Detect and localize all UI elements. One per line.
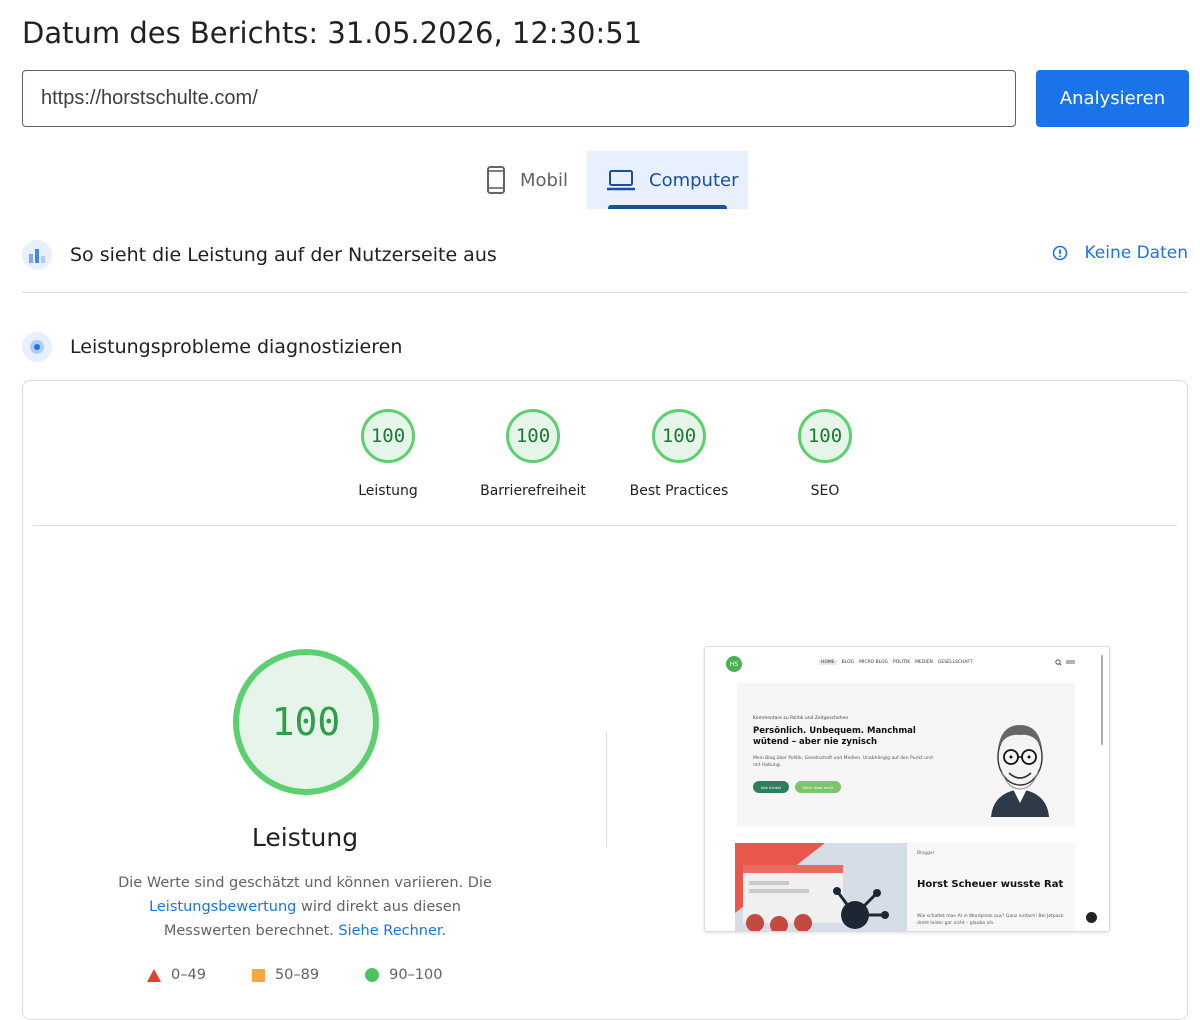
smartphone-icon — [487, 166, 505, 194]
triangle-icon — [147, 968, 161, 982]
score-label: SEO — [810, 483, 840, 499]
score-legend: 0–49 50–89 90–100 — [147, 967, 488, 983]
preview-headline: Persönlich. Unbequem. Manchmal wütend – … — [753, 726, 916, 747]
tab-computer-label: Computer — [649, 169, 739, 191]
score-circle: 100 — [798, 409, 852, 463]
legend-item-fail: 0–49 — [147, 967, 206, 983]
report-card: 100 Leistung 100 Barrierefreiheit 100 Be… — [22, 380, 1188, 1020]
score-label: Best Practices — [629, 483, 729, 499]
field-data-header: So sieht die Leistung auf der Nutzerseit… — [22, 239, 497, 271]
preview-nav-item: MICRO BLOG — [859, 660, 889, 665]
calculator-link[interactable]: Siehe Rechner — [338, 923, 441, 939]
legend-range: 0–49 — [171, 967, 206, 983]
preview-kicker: Kommentare zu Politik und Zeitgeschehen — [753, 716, 849, 721]
preview-nav: HOME BLOG MICRO BLOG POLITIK MEDIEN GESE… — [819, 660, 973, 665]
description-text: Die Werte sind geschätzt und können vari… — [118, 875, 492, 891]
score-label: Leistung — [358, 483, 418, 499]
preview-card-excerpt: Wie schaltet man AI in Wordpress aus? Ga… — [917, 914, 1064, 926]
preview-nav-item: BLOG — [841, 660, 855, 665]
field-data-title: So sieht die Leistung auf der Nutzerseit… — [70, 244, 497, 266]
laptop-icon — [607, 170, 635, 191]
card-divider — [33, 525, 1177, 526]
tab-mobile-label: Mobil — [520, 169, 568, 191]
legend-item-average: 50–89 — [251, 967, 320, 983]
portrait-illustration — [991, 725, 1049, 817]
preview-nav-item: MEDIEN — [915, 660, 933, 665]
performance-gauge[interactable]: 100 — [233, 649, 379, 795]
analyze-button[interactable]: Analysieren — [1036, 70, 1189, 127]
preview-scrollbar — [1101, 655, 1103, 745]
preview-card-title: Horst Scheuer wusste Rat — [917, 879, 1064, 890]
diagnose-header: Leistungsprobleme diagnostizieren — [22, 331, 402, 363]
page-title: Datum des Berichts: 31.05.2026, 12:30:51 — [22, 16, 643, 50]
tab-computer[interactable]: Computer — [587, 151, 748, 209]
legend-range: 50–89 — [274, 967, 320, 983]
performance-title: Leistung — [251, 823, 359, 852]
info-icon — [1053, 245, 1068, 261]
preview-nav-item: HOME — [819, 660, 837, 665]
preview-nav-item: GESELLSCHAFT — [937, 660, 973, 665]
vertical-divider — [606, 731, 607, 847]
preview-text: Mein Blog über Politik, Gesellschaft und… — [753, 756, 933, 768]
lab-data-icon — [22, 332, 52, 362]
diagnose-title: Leistungsprobleme diagnostizieren — [70, 336, 403, 358]
score-gauge-performance[interactable]: 100 Leistung — [313, 409, 463, 499]
preview-button: Mehr über mich — [795, 781, 841, 793]
preview-card-tag: Blogger — [917, 851, 935, 856]
score-circle: 100 — [361, 409, 415, 463]
preview-card-text: Blogger Horst Scheuer wusste Rat Wie sch… — [907, 843, 1075, 931]
field-data-icon — [22, 240, 52, 270]
score-gauge-accessibility[interactable]: 100 Barrierefreiheit — [458, 409, 608, 499]
preview-card-image — [735, 843, 907, 931]
tab-indicator — [608, 205, 727, 209]
no-data-label: Keine Daten — [1084, 243, 1188, 263]
tab-mobile[interactable]: Mobil — [474, 151, 586, 209]
preview-nav-item: POLITIK — [893, 660, 911, 665]
score-gauge-best-practices[interactable]: 100 Best Practices — [604, 409, 754, 499]
score-calculation-link[interactable]: Leistungsbewertung — [149, 899, 296, 915]
circle-icon — [365, 968, 380, 982]
no-data-link[interactable]: Keine Daten — [1052, 243, 1188, 263]
preview-floating-button — [1086, 912, 1097, 923]
section-divider — [22, 292, 1188, 293]
preview-button: Alle Artikel — [753, 781, 789, 793]
preview-search-icon — [1055, 659, 1077, 669]
score-label: Barrierefreiheit — [480, 483, 586, 499]
preview-hero: Kommentare zu Politik und Zeitgeschehen … — [737, 683, 1075, 826]
score-gauge-seo[interactable]: 100 SEO — [750, 409, 900, 499]
legend-item-pass: 90–100 — [365, 967, 442, 983]
page-preview-screenshot[interactable]: HS HOME BLOG MICRO BLOG POLITIK MEDIEN G… — [704, 646, 1110, 932]
legend-range: 90–100 — [389, 967, 443, 983]
score-circle: 100 — [506, 409, 560, 463]
description-text: . — [441, 923, 447, 939]
performance-description: Die Werte sind geschätzt und können vari… — [105, 871, 505, 943]
score-circle: 100 — [652, 409, 706, 463]
preview-logo: HS — [726, 656, 742, 672]
square-icon — [251, 968, 265, 982]
url-input[interactable] — [22, 70, 1016, 127]
